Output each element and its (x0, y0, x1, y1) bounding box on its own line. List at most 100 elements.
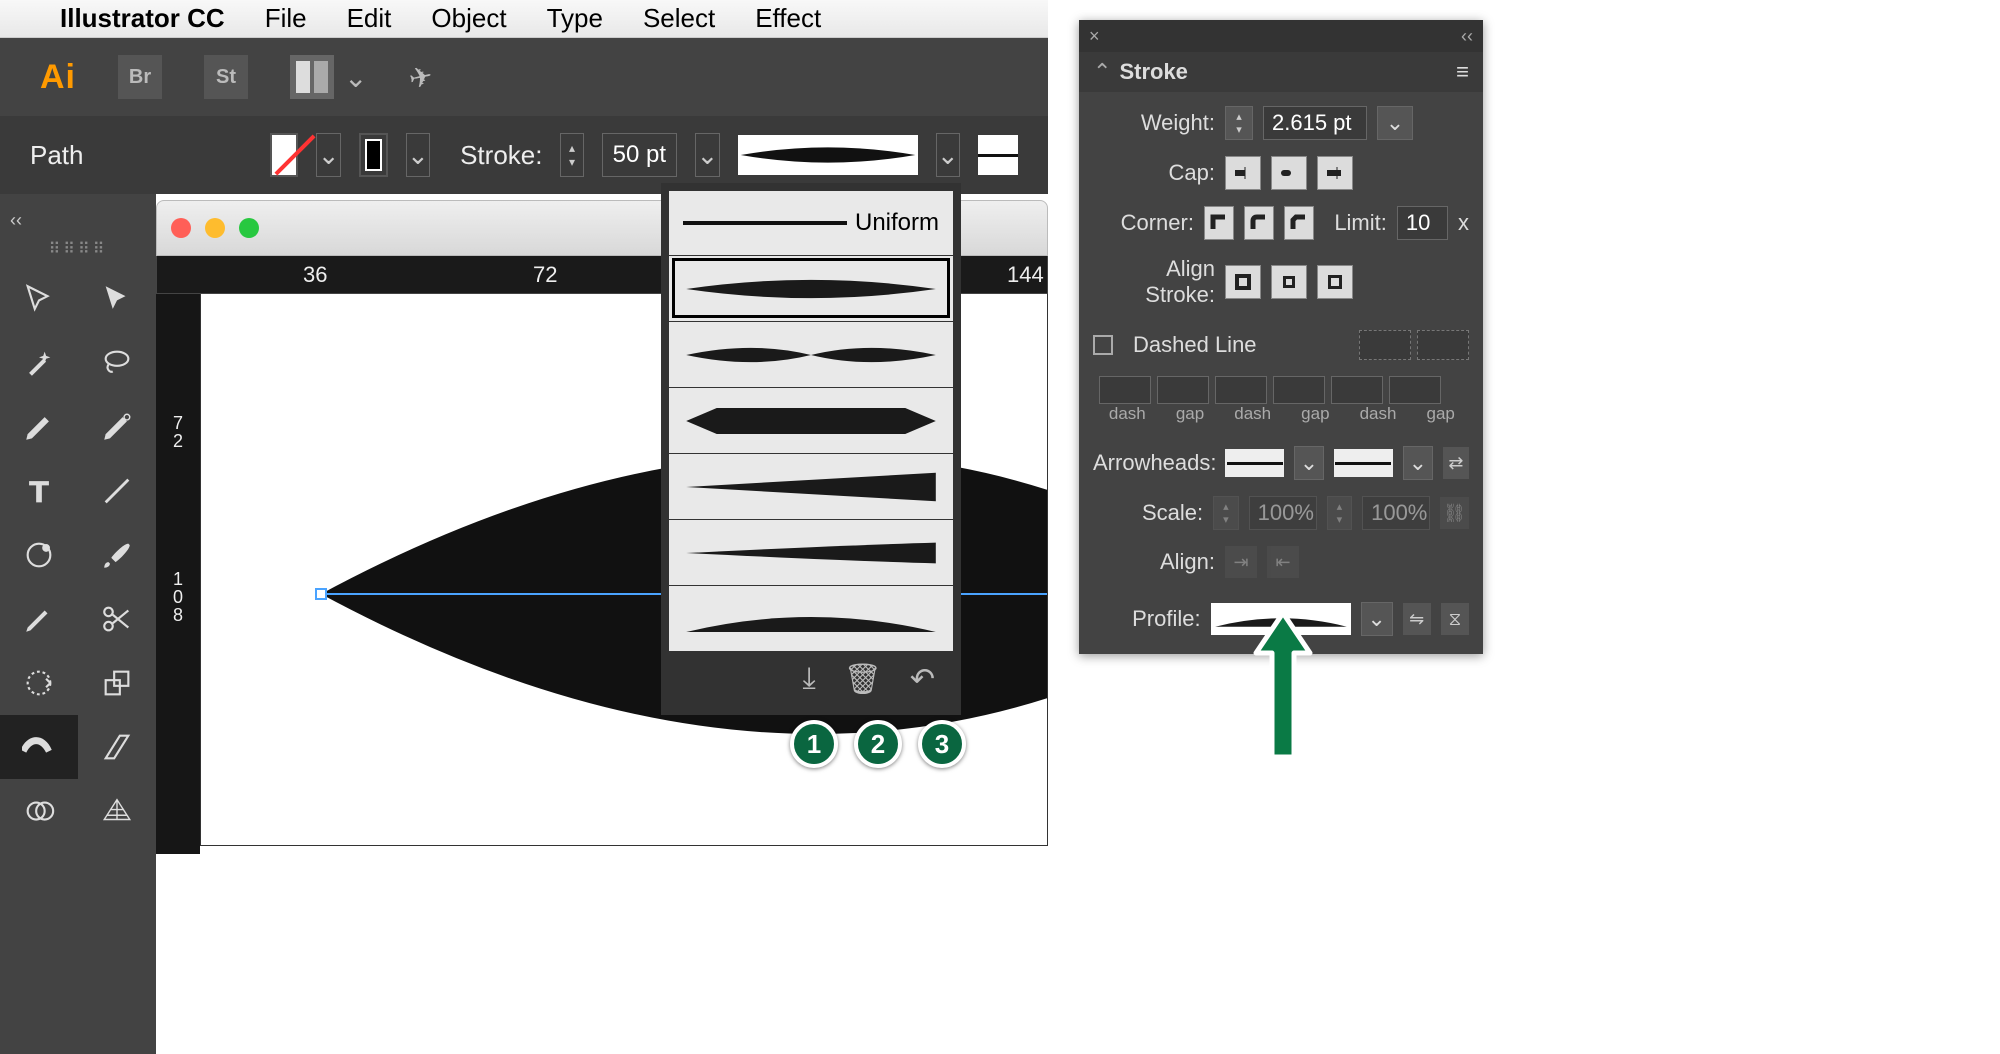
menu-edit[interactable]: Edit (347, 3, 392, 34)
scale-tool[interactable] (78, 651, 156, 715)
gap-input[interactable] (1273, 376, 1325, 404)
collapse-icon[interactable]: ‹‹ (0, 206, 156, 235)
scale-start[interactable]: 100% (1249, 496, 1317, 530)
stroke-weight-input[interactable]: 50 pt (602, 133, 678, 177)
selection-tool[interactable] (0, 267, 78, 331)
limit-input[interactable]: 10 (1397, 206, 1448, 240)
ai-logo: Ai (40, 58, 76, 97)
minimize-traffic-light[interactable] (205, 218, 225, 238)
fill-dropdown[interactable]: ⌄ (316, 133, 340, 177)
weight-dropdown[interactable]: ⌄ (1377, 106, 1413, 140)
stroke-swatch[interactable] (359, 133, 388, 177)
paintbrush-tool[interactable] (78, 523, 156, 587)
align-outside[interactable] (1317, 265, 1353, 299)
scale-start-spin[interactable]: ▴▾ (1213, 496, 1238, 530)
profile-width-3[interactable] (669, 387, 953, 453)
cap-butt[interactable] (1225, 156, 1261, 190)
save-profile-icon[interactable]: ⤓ (803, 662, 816, 696)
flip-vertical-icon[interactable]: ⧖ (1441, 603, 1469, 635)
gap-input[interactable] (1389, 376, 1441, 404)
reset-profile-icon[interactable]: ↶ (910, 662, 935, 697)
close-traffic-light[interactable] (171, 218, 191, 238)
arrow-end-dd[interactable]: ⌄ (1403, 446, 1433, 480)
align-arrow-path[interactable]: ⇤ (1267, 546, 1299, 578)
arrowheads-label: Arrowheads: (1093, 450, 1215, 476)
panel-top-bar[interactable]: × ‹‹ (1079, 20, 1483, 52)
bridge-link[interactable]: Br (118, 55, 162, 99)
arrow-start-dd[interactable]: ⌄ (1294, 446, 1324, 480)
arrow-end[interactable] (1334, 449, 1393, 477)
shape-builder-tool[interactable] (0, 779, 78, 843)
profile-width-1[interactable] (669, 255, 953, 321)
gap-input[interactable] (1157, 376, 1209, 404)
ellipse-tool[interactable] (0, 523, 78, 587)
scale-end[interactable]: 100% (1362, 496, 1430, 530)
curvature-tool[interactable] (78, 395, 156, 459)
dash-input[interactable] (1099, 376, 1151, 404)
width-tool[interactable] (0, 715, 78, 779)
corner-bevel[interactable] (1284, 206, 1314, 240)
menu-select[interactable]: Select (643, 3, 715, 34)
chevron-icon[interactable]: ⌃ (1093, 59, 1111, 85)
swap-arrows-icon[interactable]: ⇄ (1443, 447, 1469, 479)
profile-width-2[interactable] (669, 321, 953, 387)
align-arrow-tip[interactable]: ⇥ (1225, 546, 1257, 578)
dashed-checkbox[interactable] (1093, 335, 1113, 355)
perspective-tool[interactable] (78, 779, 156, 843)
profile-uniform[interactable]: Uniform (669, 191, 953, 255)
menu-file[interactable]: File (265, 3, 307, 34)
weight-input[interactable]: 2.615 pt (1263, 106, 1367, 140)
fill-swatch[interactable] (270, 133, 299, 177)
profile-dd[interactable]: ⌄ (1361, 602, 1393, 636)
align-center[interactable] (1225, 265, 1261, 299)
stroke-panel: ×‹‹ ⌃ Stroke ≡ Weight: ▴▾ 2.615 pt ⌄ Cap… (1079, 20, 1483, 654)
arrow-start[interactable] (1225, 449, 1284, 477)
width-profile-dropdown[interactable]: ⌄ (936, 133, 960, 177)
menu-object[interactable]: Object (431, 3, 506, 34)
stroke-weight-spinner[interactable]: ▴▾ (560, 133, 583, 177)
zoom-traffic-light[interactable] (239, 218, 259, 238)
pencil-tool[interactable] (0, 587, 78, 651)
line-tool[interactable] (78, 459, 156, 523)
corner-round[interactable] (1244, 206, 1274, 240)
dash-align-1[interactable] (1359, 330, 1411, 360)
delete-profile-icon[interactable]: 🗑 (844, 662, 882, 697)
width-profile-preview[interactable] (738, 135, 918, 175)
menu-type[interactable]: Type (547, 3, 603, 34)
stock-link[interactable]: St (204, 55, 248, 99)
align-inside[interactable] (1271, 265, 1307, 299)
stroke-dropdown[interactable]: ⌄ (406, 133, 430, 177)
panel-grip[interactable]: ⠿⠿⠿⠿ (0, 235, 156, 267)
profile-width-5[interactable] (669, 519, 953, 585)
scale-end-spin[interactable]: ▴▾ (1327, 496, 1352, 530)
dash-input[interactable] (1331, 376, 1383, 404)
close-icon[interactable]: × (1089, 26, 1100, 47)
collapse-icon[interactable]: ‹‹ (1461, 26, 1473, 47)
uniform-label: Uniform (855, 209, 939, 237)
dash-align-2[interactable] (1417, 330, 1469, 360)
gpu-icon[interactable]: ✈ (406, 58, 436, 95)
pen-tool[interactable] (0, 395, 78, 459)
rotate-tool[interactable] (0, 651, 78, 715)
stroke-weight-dropdown[interactable]: ⌄ (695, 133, 719, 177)
direct-selection-tool[interactable] (78, 267, 156, 331)
scissors-tool[interactable] (78, 587, 156, 651)
cap-round[interactable] (1271, 156, 1307, 190)
corner-miter[interactable] (1204, 206, 1234, 240)
link-scale-icon[interactable]: ⛓ (1440, 497, 1469, 529)
type-tool[interactable] (0, 459, 78, 523)
lasso-tool[interactable] (78, 331, 156, 395)
flip-horizontal-icon[interactable]: ⇋ (1403, 603, 1431, 635)
panel-menu-icon[interactable]: ≡ (1456, 59, 1469, 85)
profile-width-6[interactable] (669, 585, 953, 651)
menu-effect[interactable]: Effect (755, 3, 821, 34)
free-transform-tool[interactable] (78, 715, 156, 779)
chevron-down-icon[interactable]: ⌄ (344, 61, 367, 94)
weight-spinner[interactable]: ▴▾ (1225, 106, 1253, 140)
profile-width-4[interactable] (669, 453, 953, 519)
vertical-ruler[interactable]: 72 108 (156, 294, 200, 854)
cap-projecting[interactable] (1317, 156, 1353, 190)
magic-wand-tool[interactable] (0, 331, 78, 395)
arrange-documents[interactable] (290, 55, 334, 99)
dash-input[interactable] (1215, 376, 1267, 404)
